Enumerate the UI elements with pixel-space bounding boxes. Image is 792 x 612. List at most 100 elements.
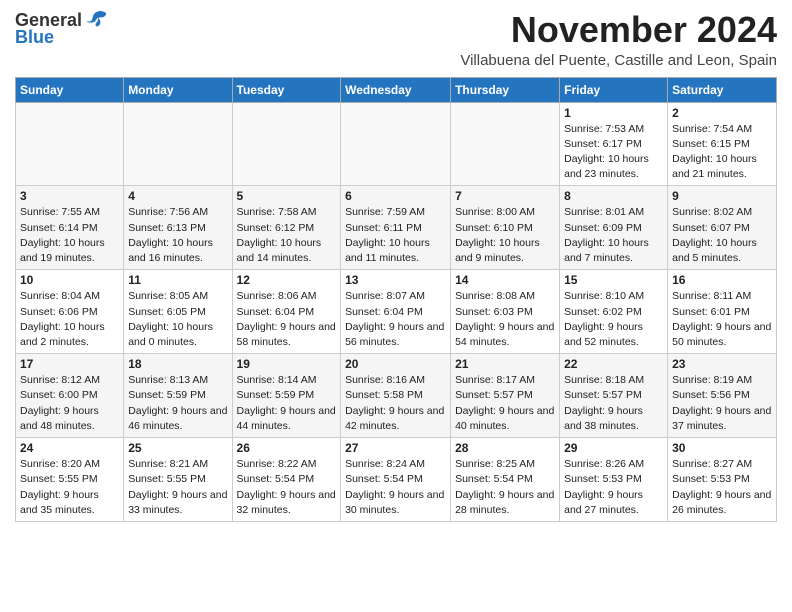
day-info: Sunrise: 8:07 AM Sunset: 6:04 PM Dayligh… [345,289,446,350]
calendar-cell: 25Sunrise: 8:21 AM Sunset: 5:55 PM Dayli… [124,438,232,522]
calendar-header-row: SundayMondayTuesdayWednesdayThursdayFrid… [16,77,777,102]
calendar-cell: 30 Sunrise: 8:27 AM Sunset: 5:53 PM Dayli… [668,438,777,522]
day-info: Sunrise: 7:58 AM Sunset: 6:12 PM Dayligh… [237,205,337,266]
day-info: Sunrise: 7:56 AM Sunset: 6:13 PM Dayligh… [128,205,227,266]
calendar-cell: 14 Sunrise: 8:08 AM Sunset: 6:03 PM Dayli… [451,270,560,354]
day-info: Sunrise: 8:04 AM Sunset: 6:06 PM Dayligh… [20,289,119,350]
day-number: 1 [564,106,663,120]
day-number: 19 [237,357,337,371]
day-number: 20 [345,357,446,371]
calendar-cell [232,102,341,186]
day-number: 9 [672,189,772,203]
day-info: Sunrise: 8:05 AM Sunset: 6:05 PM Dayligh… [128,289,227,350]
calendar-cell: 9Sunrise: 8:02 AM Sunset: 6:07 PM Daylig… [668,186,777,270]
weekday-header-tuesday: Tuesday [232,77,341,102]
day-number: 16 [672,273,772,287]
calendar-cell: 28 Sunrise: 8:25 AM Sunset: 5:54 PM Dayli… [451,438,560,522]
day-number: 15 [564,273,663,287]
day-info: Sunrise: 8:01 AM Sunset: 6:09 PM Dayligh… [564,205,663,266]
calendar-cell: 8 Sunrise: 8:01 AM Sunset: 6:09 PM Daylig… [560,186,668,270]
weekday-header-friday: Friday [560,77,668,102]
month-title: November 2024 [460,10,777,50]
day-info: Sunrise: 8:25 AM Sunset: 5:54 PM Dayligh… [455,457,555,518]
calendar-cell: 21Sunrise: 8:17 AM Sunset: 5:57 PM Dayli… [451,354,560,438]
day-number: 23 [672,357,772,371]
calendar-cell [451,102,560,186]
day-number: 24 [20,441,119,455]
logo-text-blue: Blue [15,27,54,48]
day-info: Sunrise: 7:59 AM Sunset: 6:11 PM Dayligh… [345,205,446,266]
day-info: Sunrise: 8:06 AM Sunset: 6:04 PM Dayligh… [237,289,337,350]
day-number: 25 [128,441,227,455]
day-number: 5 [237,189,337,203]
weekday-header-thursday: Thursday [451,77,560,102]
day-number: 3 [20,189,119,203]
day-number: 28 [455,441,555,455]
weekday-header-wednesday: Wednesday [341,77,451,102]
day-number: 7 [455,189,555,203]
calendar-cell: 12 Sunrise: 8:06 AM Sunset: 6:04 PM Dayli… [232,270,341,354]
logo: General Blue [15,10,108,48]
calendar-cell [16,102,124,186]
day-number: 6 [345,189,446,203]
day-info: Sunrise: 8:22 AM Sunset: 5:54 PM Dayligh… [237,457,337,518]
day-number: 12 [237,273,337,287]
day-number: 13 [345,273,446,287]
day-info: Sunrise: 7:53 AM Sunset: 6:17 PM Dayligh… [564,122,663,183]
calendar-week-row: 1 Sunrise: 7:53 AM Sunset: 6:17 PM Daylig… [16,102,777,186]
calendar-cell: 11 Sunrise: 8:05 AM Sunset: 6:05 PM Dayli… [124,270,232,354]
day-number: 30 [672,441,772,455]
day-info: Sunrise: 8:18 AM Sunset: 5:57 PM Dayligh… [564,373,663,434]
calendar-cell: 13 Sunrise: 8:07 AM Sunset: 6:04 PM Dayli… [341,270,451,354]
calendar-week-row: 3 Sunrise: 7:55 AM Sunset: 6:14 PM Daylig… [16,186,777,270]
calendar-cell: 22 Sunrise: 8:18 AM Sunset: 5:57 PM Dayli… [560,354,668,438]
day-info: Sunrise: 8:27 AM Sunset: 5:53 PM Dayligh… [672,457,772,518]
calendar-cell: 6 Sunrise: 7:59 AM Sunset: 6:11 PM Daylig… [341,186,451,270]
calendar-cell: 3 Sunrise: 7:55 AM Sunset: 6:14 PM Daylig… [16,186,124,270]
day-info: Sunrise: 8:13 AM Sunset: 5:59 PM Dayligh… [128,373,227,434]
day-info: Sunrise: 8:17 AM Sunset: 5:57 PM Dayligh… [455,373,555,434]
calendar-cell: 2 Sunrise: 7:54 AM Sunset: 6:15 PM Daylig… [668,102,777,186]
day-info: Sunrise: 7:55 AM Sunset: 6:14 PM Dayligh… [20,205,119,266]
page-header: General Blue November 2024 Villabuena de… [15,10,777,69]
day-number: 10 [20,273,119,287]
calendar-cell: 7 Sunrise: 8:00 AM Sunset: 6:10 PM Daylig… [451,186,560,270]
day-info: Sunrise: 8:11 AM Sunset: 6:01 PM Dayligh… [672,289,772,350]
calendar-week-row: 10 Sunrise: 8:04 AM Sunset: 6:06 PM Dayli… [16,270,777,354]
calendar-week-row: 17Sunrise: 8:12 AM Sunset: 6:00 PM Dayli… [16,354,777,438]
day-number: 11 [128,273,227,287]
day-info: Sunrise: 8:00 AM Sunset: 6:10 PM Dayligh… [455,205,555,266]
day-number: 27 [345,441,446,455]
calendar-cell: 5 Sunrise: 7:58 AM Sunset: 6:12 PM Daylig… [232,186,341,270]
day-number: 29 [564,441,663,455]
weekday-header-saturday: Saturday [668,77,777,102]
day-number: 8 [564,189,663,203]
day-number: 2 [672,106,772,120]
calendar-cell: 16 Sunrise: 8:11 AM Sunset: 6:01 PM Dayli… [668,270,777,354]
location-subtitle: Villabuena del Puente, Castille and Leon… [460,52,777,69]
calendar-cell: 17Sunrise: 8:12 AM Sunset: 6:00 PM Dayli… [16,354,124,438]
day-info: Sunrise: 8:20 AM Sunset: 5:55 PM Dayligh… [20,457,119,518]
calendar-cell: 4Sunrise: 7:56 AM Sunset: 6:13 PM Daylig… [124,186,232,270]
calendar-cell: 10 Sunrise: 8:04 AM Sunset: 6:06 PM Dayli… [16,270,124,354]
calendar-cell: 26 Sunrise: 8:22 AM Sunset: 5:54 PM Dayli… [232,438,341,522]
day-info: Sunrise: 7:54 AM Sunset: 6:15 PM Dayligh… [672,122,772,183]
calendar-cell: 29Sunrise: 8:26 AM Sunset: 5:53 PM Dayli… [560,438,668,522]
day-number: 14 [455,273,555,287]
day-number: 18 [128,357,227,371]
calendar-cell: 23 Sunrise: 8:19 AM Sunset: 5:56 PM Dayli… [668,354,777,438]
calendar-table: SundayMondayTuesdayWednesdayThursdayFrid… [15,77,777,522]
calendar-week-row: 24 Sunrise: 8:20 AM Sunset: 5:55 PM Dayli… [16,438,777,522]
calendar-cell [124,102,232,186]
calendar-cell [341,102,451,186]
day-number: 22 [564,357,663,371]
calendar-cell: 20Sunrise: 8:16 AM Sunset: 5:58 PM Dayli… [341,354,451,438]
day-info: Sunrise: 8:10 AM Sunset: 6:02 PM Dayligh… [564,289,663,350]
day-number: 26 [237,441,337,455]
day-info: Sunrise: 8:19 AM Sunset: 5:56 PM Dayligh… [672,373,772,434]
calendar-cell: 19 Sunrise: 8:14 AM Sunset: 5:59 PM Dayli… [232,354,341,438]
day-info: Sunrise: 8:14 AM Sunset: 5:59 PM Dayligh… [237,373,337,434]
weekday-header-sunday: Sunday [16,77,124,102]
calendar-cell: 24 Sunrise: 8:20 AM Sunset: 5:55 PM Dayli… [16,438,124,522]
day-info: Sunrise: 8:08 AM Sunset: 6:03 PM Dayligh… [455,289,555,350]
